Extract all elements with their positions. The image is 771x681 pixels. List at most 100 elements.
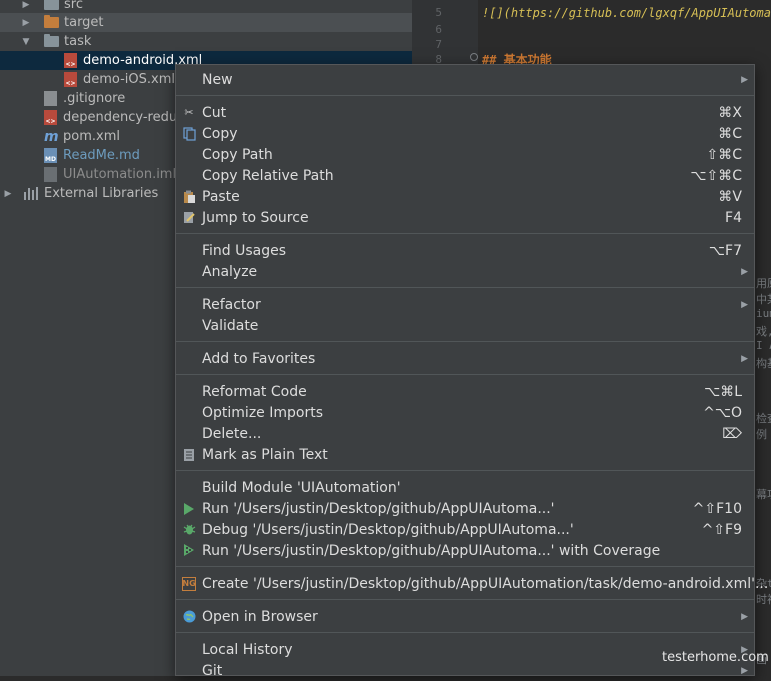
- debug-icon: [182, 523, 196, 537]
- menu-item-label: Build Module 'UIAutomation': [202, 479, 401, 496]
- copy-icon: [182, 126, 196, 141]
- menu-item-find-usages[interactable]: Find Usages ⌥F7: [176, 240, 754, 261]
- tree-item-task[interactable]: ▼ task: [0, 32, 412, 51]
- menu-item-run[interactable]: Run '/Users/justin/Desktop/github/AppUIA…: [176, 498, 754, 519]
- menu-item-run-with-coverage[interactable]: Run '/Users/justin/Desktop/github/AppUIA…: [176, 540, 754, 561]
- menu-item-copy[interactable]: Copy ⌘C: [176, 123, 754, 144]
- paste-icon: [182, 190, 196, 204]
- menu-item-label: Validate: [202, 317, 259, 334]
- collapse-arrow-icon[interactable]: ▼: [20, 37, 32, 47]
- tree-item-label: task: [64, 34, 92, 49]
- menu-item-optimize-imports[interactable]: Optimize Imports ^⌥O: [176, 402, 754, 423]
- menu-item-label: Reformat Code: [202, 383, 307, 400]
- menu-item-label: Create '/Users/justin/Desktop/github/App…: [202, 575, 769, 592]
- menu-item-add-to-favorites[interactable]: Add to Favorites ▶: [176, 348, 754, 369]
- tree-item-label: demo-iOS.xml: [83, 72, 175, 87]
- expand-arrow-icon[interactable]: ▶: [2, 189, 14, 199]
- menu-item-label: Jump to Source: [202, 209, 309, 226]
- menu-separator: [176, 470, 754, 471]
- menu-item-label: Mark as Plain Text: [202, 446, 328, 463]
- menu-separator: [176, 233, 754, 234]
- menu-item-shortcut: ⌦: [722, 425, 742, 442]
- menu-item-mark-as-plain-text[interactable]: Mark as Plain Text: [176, 444, 754, 465]
- code-fragment: 幕功: [756, 488, 771, 501]
- tree-item-label: dependency-reduc: [63, 110, 185, 125]
- menu-item-label: Copy Path: [202, 146, 273, 163]
- menu-item-copy-path[interactable]: Copy Path ⇧⌘C: [176, 144, 754, 165]
- code-fragment: 戏,: [756, 325, 771, 338]
- tree-item-src[interactable]: ▶ src: [0, 0, 412, 14]
- menu-item-label: Delete...: [202, 425, 262, 442]
- menu-item-build-module[interactable]: Build Module 'UIAutomation': [176, 477, 754, 498]
- menu-item-shortcut: F4: [725, 209, 742, 226]
- menu-item-shortcut: ⌘C: [718, 125, 742, 142]
- line-number: 7: [435, 38, 442, 51]
- menu-item-refactor[interactable]: Refactor ▶: [176, 294, 754, 315]
- menu-item-open-in-browser[interactable]: Open in Browser ▶: [176, 606, 754, 627]
- menu-item-label: Find Usages: [202, 242, 287, 259]
- menu-separator: [176, 632, 754, 633]
- menu-separator: [176, 341, 754, 342]
- menu-item-label: Cut: [202, 104, 227, 121]
- code-fragment: ium: [756, 307, 771, 320]
- menu-separator: [176, 599, 754, 600]
- menu-separator: [176, 95, 754, 96]
- menu-item-shortcut: ⇧⌘C: [706, 146, 742, 163]
- folder-icon: [44, 0, 59, 10]
- menu-item-new[interactable]: New ▶: [176, 69, 754, 90]
- menu-item-analyze[interactable]: Analyze ▶: [176, 261, 754, 282]
- code-fragment: I An: [756, 339, 771, 352]
- menu-item-label: Refactor: [202, 296, 261, 313]
- menu-item-shortcut: ⌥F7: [708, 242, 742, 259]
- libraries-icon: [24, 187, 40, 200]
- menu-item-debug[interactable]: Debug '/Users/justin/Desktop/github/AppU…: [176, 519, 754, 540]
- xml-file-icon: <>: [64, 53, 77, 68]
- menu-item-shortcut: ⌘X: [718, 104, 742, 121]
- line-number: 5: [435, 6, 442, 19]
- submenu-arrow-icon: ▶: [741, 299, 748, 310]
- menu-item-reformat-code[interactable]: Reformat Code ⌥⌘L: [176, 381, 754, 402]
- tree-item-label: src: [64, 0, 83, 12]
- menu-item-jump-to-source[interactable]: Jump to Source F4: [176, 207, 754, 228]
- menu-item-label: Optimize Imports: [202, 404, 323, 421]
- code-fragment: 时视: [756, 593, 771, 606]
- code-fragment: 例: [756, 428, 767, 441]
- code-fragment: 构基: [756, 357, 771, 370]
- xml-file-icon: <>: [44, 110, 57, 125]
- code-line-url: ![](https://github.com/lgxqf/AppUIAutoma…: [482, 6, 771, 20]
- menu-item-cut[interactable]: ✂ Cut ⌘X: [176, 102, 754, 123]
- plain-text-icon: [182, 448, 196, 462]
- code-fragment: 用原: [756, 277, 771, 290]
- menu-item-label: Paste: [202, 188, 240, 205]
- browser-icon: [182, 610, 196, 624]
- coverage-icon: [182, 544, 196, 558]
- submenu-arrow-icon: ▶: [741, 353, 748, 364]
- tree-item-label: pom.xml: [63, 129, 120, 144]
- menu-item-paste[interactable]: Paste ⌘V: [176, 186, 754, 207]
- submenu-arrow-icon: ▶: [741, 665, 748, 676]
- expand-arrow-icon[interactable]: ▶: [20, 18, 32, 28]
- menu-item-shortcut: ⌘V: [718, 188, 742, 205]
- submenu-arrow-icon: ▶: [741, 611, 748, 622]
- menu-item-validate[interactable]: Validate: [176, 315, 754, 336]
- tree-item-label: UIAutomation.iml: [63, 167, 177, 182]
- menu-item-label: Local History: [202, 641, 293, 658]
- run-icon: [182, 502, 196, 516]
- folder-icon: [44, 15, 59, 28]
- expand-arrow-icon[interactable]: ▶: [20, 0, 32, 10]
- menu-item-create-testng[interactable]: NG Create '/Users/justin/Desktop/github/…: [176, 573, 768, 594]
- scissors-icon: ✂: [184, 106, 194, 119]
- submenu-arrow-icon: ▶: [741, 74, 748, 85]
- code-fragment: 检查: [756, 412, 771, 425]
- menu-item-copy-relative-path[interactable]: Copy Relative Path ⌥⇧⌘C: [176, 165, 754, 186]
- tree-item-target[interactable]: ▶ target: [0, 13, 412, 32]
- menu-item-label: Copy: [202, 125, 238, 142]
- testng-icon: NG: [182, 576, 196, 591]
- menu-item-label: Git: [202, 662, 223, 679]
- menu-item-shortcut: ^⌥O: [703, 404, 742, 421]
- fold-icon[interactable]: [470, 53, 478, 61]
- menu-item-label: Run '/Users/justin/Desktop/github/AppUIA…: [202, 542, 661, 559]
- menu-item-label: Add to Favorites: [202, 350, 316, 367]
- menu-item-label: Open in Browser: [202, 608, 318, 625]
- menu-item-delete[interactable]: Delete... ⌦: [176, 423, 754, 444]
